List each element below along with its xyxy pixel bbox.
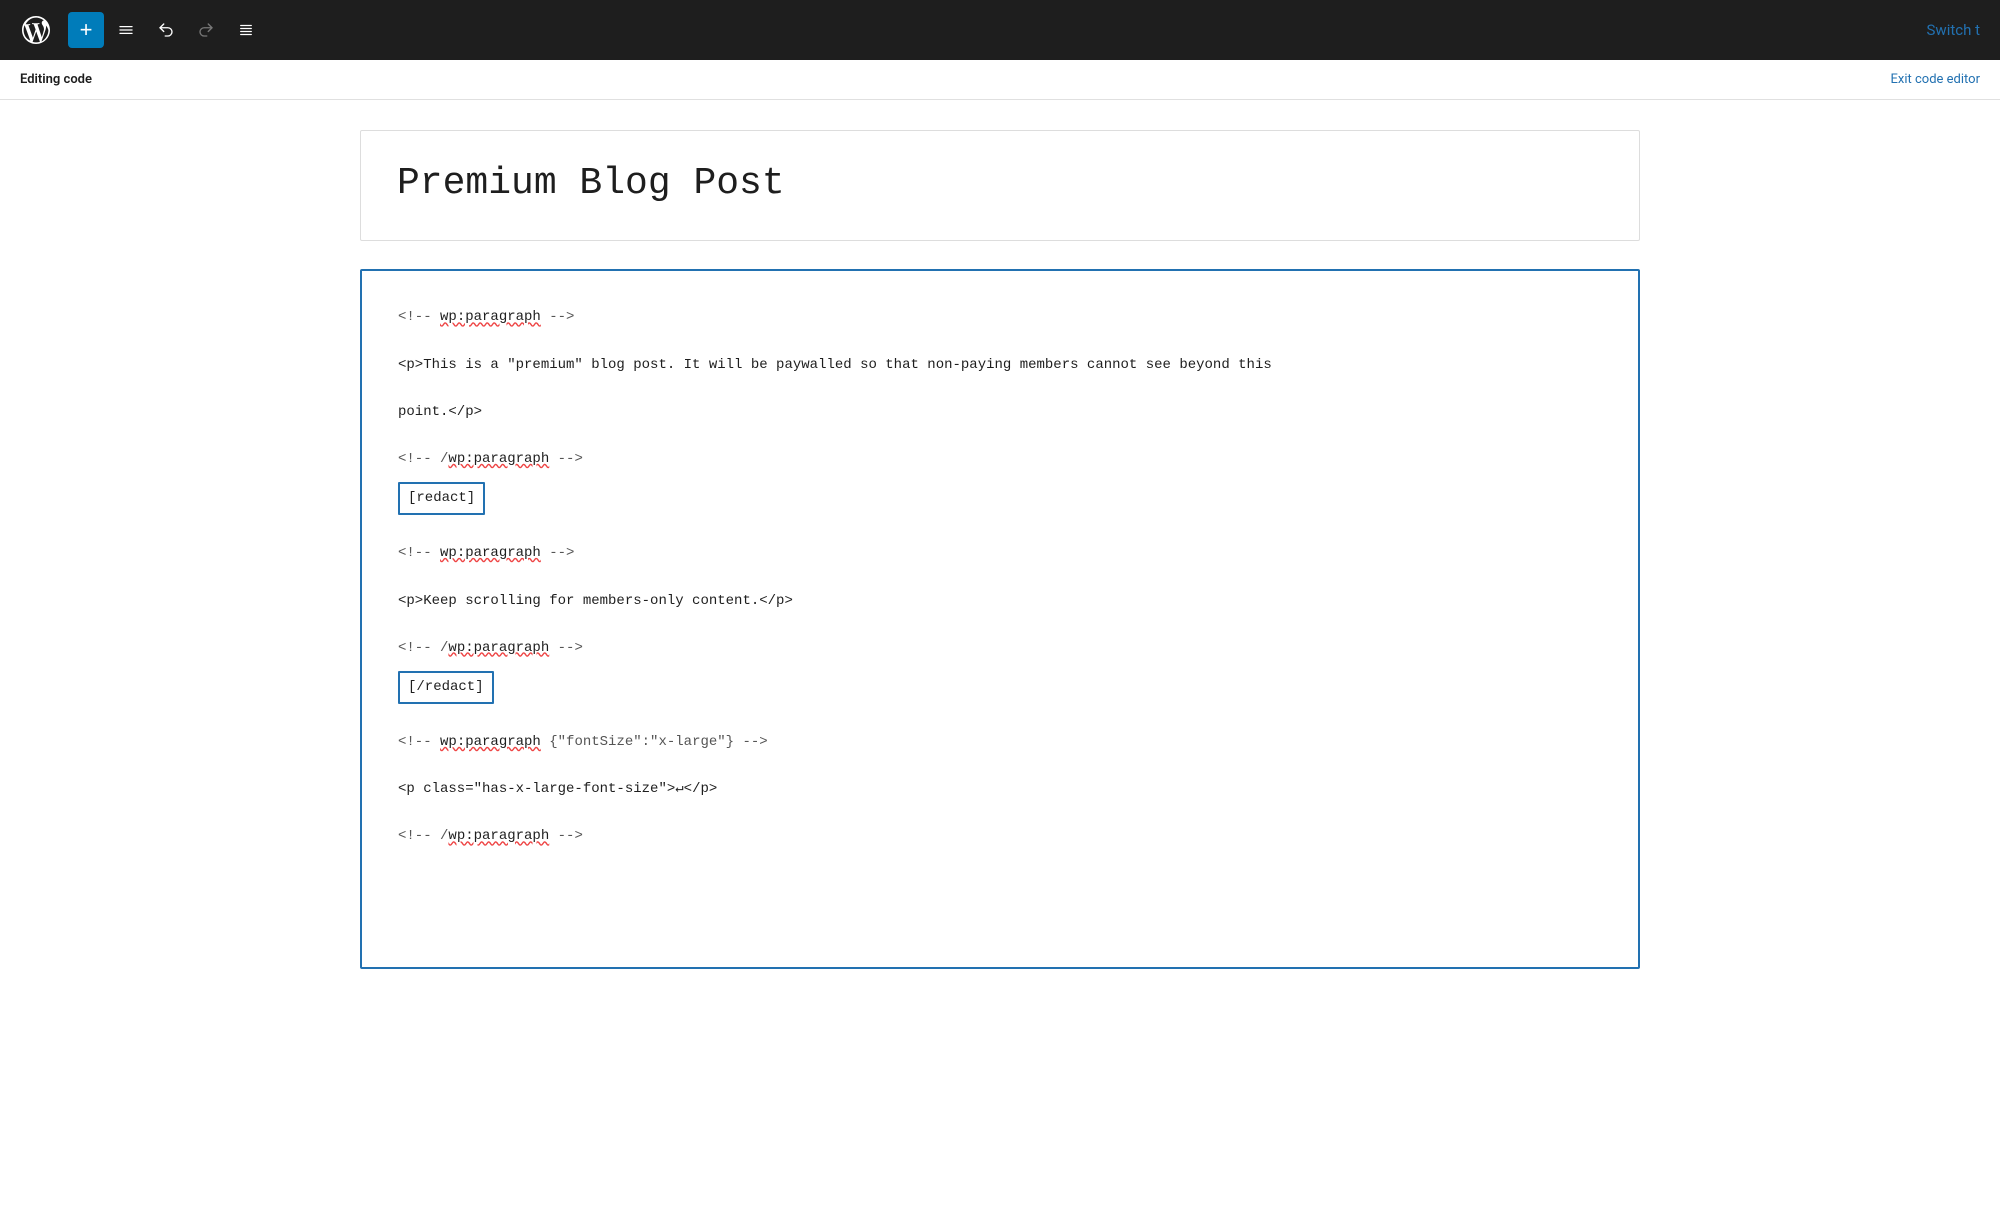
switch-button[interactable]: Switch t <box>1927 21 1980 39</box>
code-line: <p class="has-x-large-font-size">↵</p> <box>398 777 1602 802</box>
undo-icon <box>157 21 175 39</box>
shortcode-redact-line: [redact] <box>398 478 1602 519</box>
code-line: <!-- wp:paragraph --> <box>398 305 1602 330</box>
redo-button[interactable] <box>188 12 224 48</box>
end-redact-shortcode: [/redact] <box>398 671 494 704</box>
code-line: <!-- /wp:paragraph --> <box>398 636 1602 661</box>
editing-bar: Editing code Exit code editor <box>0 60 2000 100</box>
main-content: Premium Blog Post <!-- wp:paragraph --> … <box>300 100 1700 999</box>
code-line: <!-- wp:paragraph {"fontSize":"x-large"}… <box>398 730 1602 755</box>
shortcode-end-redact-line: [/redact] <box>398 667 1602 708</box>
code-line: <p>Keep scrolling for members-only conte… <box>398 589 1602 614</box>
list-view-button[interactable] <box>228 12 264 48</box>
redact-shortcode: [redact] <box>398 482 485 515</box>
toolbar: + Switch t <box>0 0 2000 60</box>
add-block-button[interactable]: + <box>68 12 104 48</box>
code-line: point.</p> <box>398 400 1602 425</box>
exit-code-editor-button[interactable]: Exit code editor <box>1891 72 1980 87</box>
code-line: <!-- wp:paragraph --> <box>398 541 1602 566</box>
code-line: <p>This is a "premium" blog post. It wil… <box>398 353 1602 378</box>
toolbar-actions: + <box>68 12 264 48</box>
tools-icon <box>117 21 135 39</box>
list-view-icon <box>237 21 255 39</box>
wordpress-logo-icon <box>20 14 52 46</box>
code-line: <!-- /wp:paragraph --> <box>398 824 1602 849</box>
undo-button[interactable] <box>148 12 184 48</box>
code-content: <!-- wp:paragraph --> <p>This is a "prem… <box>398 305 1602 849</box>
title-box: Premium Blog Post <box>360 130 1640 241</box>
tools-button[interactable] <box>108 12 144 48</box>
wp-logo[interactable] <box>12 0 60 60</box>
post-title: Premium Blog Post <box>397 159 1603 208</box>
redo-icon <box>197 21 215 39</box>
code-line: <!-- /wp:paragraph --> <box>398 447 1602 472</box>
editing-code-label: Editing code <box>20 72 92 87</box>
code-editor[interactable]: <!-- wp:paragraph --> <p>This is a "prem… <box>360 269 1640 969</box>
